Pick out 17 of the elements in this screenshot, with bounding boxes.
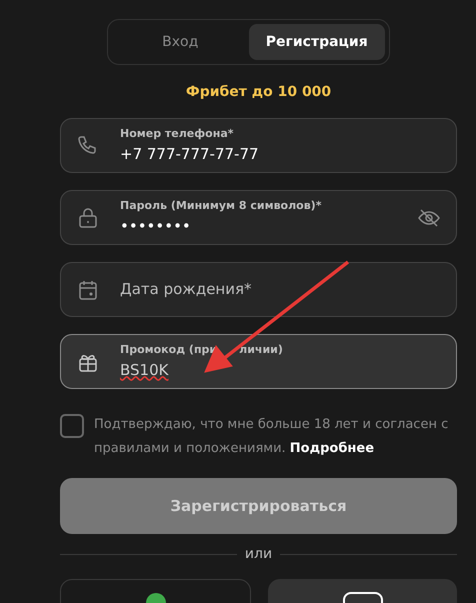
field-label: Пароль (Минимум 8 символов)*	[120, 198, 322, 212]
details-link[interactable]: Подробнее	[290, 441, 374, 456]
divider-text: или	[244, 544, 272, 564]
consent-text: Подтверждаю, что мне больше 18 лет и согласен с правилами и положениями. Подробнее	[94, 416, 450, 458]
tab[interactable]: Вход	[112, 24, 248, 60]
field-value: BS10K	[120, 360, 168, 380]
checkbox[interactable]	[60, 414, 84, 438]
field-label: Номер телефона*	[120, 126, 235, 140]
field-placeholder: Дата рождения*	[120, 279, 252, 300]
field-label: личии)	[239, 342, 283, 356]
input-field[interactable]: Дата рождения*	[60, 262, 457, 317]
field-value: ••••••••	[120, 216, 191, 236]
tab[interactable]: Регистрация	[248, 24, 385, 60]
input-field[interactable]: Пароль (Минимум 8 символов)* ••••••••	[60, 190, 457, 245]
input-field[interactable]: Номер телефона* +7 777-777-77-77	[60, 118, 457, 173]
bonus-text: Фрибет до 10 000	[186, 83, 332, 102]
field-value: +7 777-777-77-77	[120, 144, 259, 164]
